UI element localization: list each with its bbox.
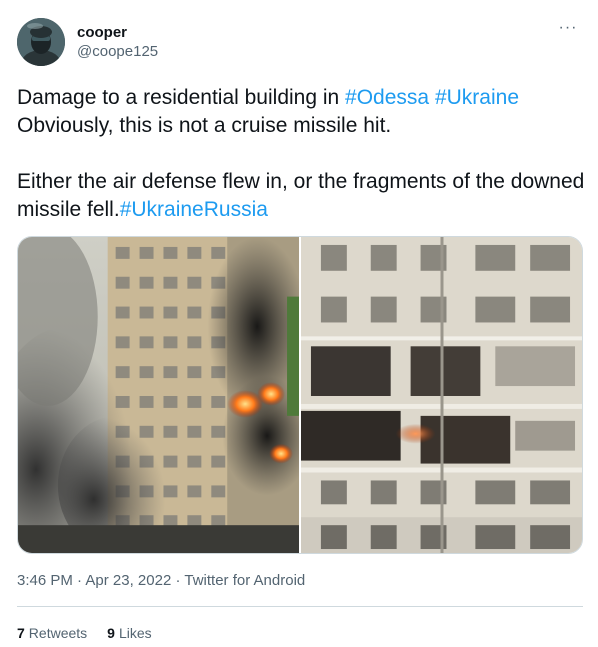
burning-building-photo[interactable]: [18, 237, 299, 553]
tweet-time[interactable]: 3:46 PM: [17, 572, 73, 589]
hashtag-odessa[interactable]: #Odessa: [345, 86, 429, 109]
likes-label: Likes: [118, 625, 152, 641]
hashtag-ukraine[interactable]: #Ukraine: [435, 86, 519, 109]
retweets-stat[interactable]: 7 Retweets: [17, 624, 87, 642]
meta-separator: ·: [72, 572, 86, 589]
user-names: cooper @coope125: [77, 24, 158, 62]
damaged-building-photo[interactable]: [301, 237, 582, 553]
tweet-source[interactable]: Twitter for Android: [184, 572, 305, 589]
tweet-text: Damage to a residential building in #Ode…: [17, 84, 587, 224]
tweet-date[interactable]: Apr 23, 2022: [85, 572, 171, 589]
display-name[interactable]: cooper: [77, 24, 158, 42]
user-handle[interactable]: @coope125: [77, 42, 158, 62]
likes-stat[interactable]: 9 Likes: [107, 624, 151, 642]
media-grid: [17, 236, 583, 554]
soldier-avatar-icon: [17, 18, 65, 66]
tweet-stats: 7 Retweets 9 Likes: [17, 624, 152, 642]
hashtag-ukrainerussia[interactable]: #UkraineRussia: [120, 198, 268, 221]
tweet-meta: 3:46 PM · Apr 23, 2022 · Twitter for And…: [17, 571, 305, 591]
retweets-count: 7: [17, 625, 25, 641]
likes-count: 9: [107, 625, 115, 641]
more-dots-icon[interactable]: ···: [556, 20, 580, 38]
divider: [17, 606, 583, 607]
retweets-label: Retweets: [28, 625, 88, 641]
tweet-card: cooper @coope125 ··· Damage to a residen…: [0, 0, 598, 647]
tweet-text-part: Obviously, this is not a cruise missile …: [17, 114, 585, 221]
avatar[interactable]: [17, 18, 65, 66]
damaged-building-image: [301, 237, 582, 553]
tweet-text-part: Damage to a residential building in: [17, 86, 346, 109]
meta-separator: ·: [171, 572, 185, 589]
burning-building-image: [18, 237, 299, 553]
tweet-header: cooper @coope125 ···: [17, 18, 582, 68]
